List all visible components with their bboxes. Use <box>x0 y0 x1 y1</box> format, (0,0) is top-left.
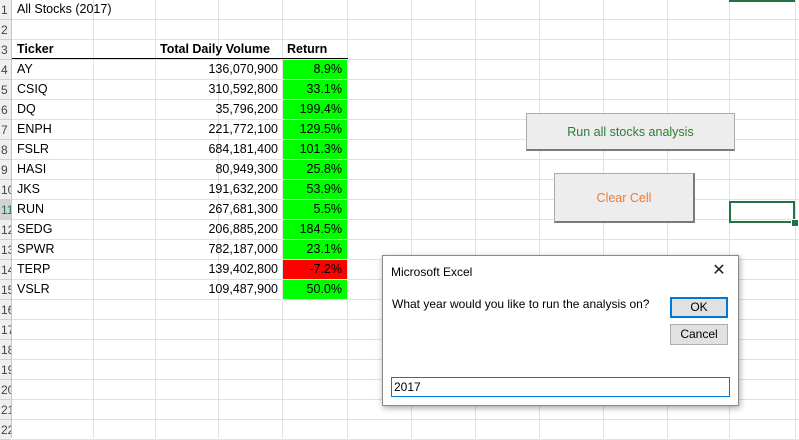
row-header[interactable]: 7 <box>0 120 11 140</box>
input-dialog: Microsoft Excel ✕ What year would you li… <box>382 255 739 406</box>
volume-cell[interactable]: 221,772,100 <box>155 120 283 139</box>
ticker-cell[interactable]: CSIQ <box>12 80 152 99</box>
year-input[interactable] <box>391 377 730 397</box>
volume-cell[interactable]: 206,885,200 <box>155 220 283 239</box>
return-cell[interactable]: 184.5% <box>283 220 347 239</box>
row-header[interactable]: 9 <box>0 160 11 180</box>
ticker-cell[interactable]: JKS <box>12 180 152 199</box>
ticker-cell[interactable]: AY <box>12 60 152 79</box>
header-ticker[interactable]: Ticker <box>12 40 156 59</box>
volume-cell[interactable]: 782,187,000 <box>155 240 283 259</box>
header-return[interactable]: Return <box>282 40 348 59</box>
ok-button[interactable]: OK <box>670 297 728 318</box>
ticker-cell[interactable]: VSLR <box>12 280 152 299</box>
return-cell[interactable]: 25.8% <box>283 160 347 179</box>
ticker-cell[interactable]: FSLR <box>12 140 152 159</box>
row-header[interactable]: 16 <box>0 300 11 320</box>
return-cell[interactable]: 199.4% <box>283 100 347 119</box>
active-cell[interactable] <box>729 201 795 223</box>
volume-cell[interactable]: 139,402,800 <box>155 260 283 279</box>
ticker-cell[interactable]: ENPH <box>12 120 152 139</box>
ticker-cell[interactable]: TERP <box>12 260 152 279</box>
dialog-title: Microsoft Excel <box>391 265 473 279</box>
row-header[interactable]: 15 <box>0 280 11 300</box>
ticker-cell[interactable]: HASI <box>12 160 152 179</box>
return-cell[interactable]: 33.1% <box>283 80 347 99</box>
ticker-cell[interactable]: SEDG <box>12 220 152 239</box>
fill-handle[interactable] <box>791 219 799 227</box>
row-header[interactable]: 22 <box>0 420 11 440</box>
return-cell[interactable]: 5.5% <box>283 200 347 219</box>
row-header[interactable]: 18 <box>0 340 11 360</box>
run-all-stocks-button[interactable]: Run all stocks analysis <box>526 113 735 151</box>
return-cell[interactable]: 50.0% <box>283 280 347 299</box>
row-header[interactable]: 19 <box>0 360 11 380</box>
row-header[interactable]: 3 <box>0 40 11 60</box>
row-header[interactable]: 20 <box>0 380 11 400</box>
return-cell[interactable]: 53.9% <box>283 180 347 199</box>
return-cell[interactable]: 129.5% <box>283 120 347 139</box>
row-header[interactable]: 21 <box>0 400 11 420</box>
row-header[interactable]: 8 <box>0 140 11 160</box>
row-header[interactable]: 2 <box>0 20 11 40</box>
return-cell[interactable]: 23.1% <box>283 240 347 259</box>
ticker-cell[interactable]: DQ <box>12 100 152 119</box>
cancel-button[interactable]: Cancel <box>670 324 728 345</box>
volume-cell[interactable]: 191,632,200 <box>155 180 283 199</box>
volume-cell[interactable]: 684,181,400 <box>155 140 283 159</box>
row-header[interactable]: 5 <box>0 80 11 100</box>
ticker-cell[interactable]: SPWR <box>12 240 152 259</box>
row-header[interactable]: 6 <box>0 100 11 120</box>
volume-cell[interactable]: 109,487,900 <box>155 280 283 299</box>
sheet-title-cell[interactable]: All Stocks (2017) <box>12 0 212 19</box>
column-highlight <box>729 0 795 2</box>
return-cell[interactable]: 8.9% <box>283 60 347 79</box>
ticker-cell[interactable]: RUN <box>12 200 152 219</box>
return-cell[interactable]: 101.3% <box>283 140 347 159</box>
row-header[interactable]: 11 <box>0 200 11 220</box>
volume-cell[interactable]: 35,796,200 <box>155 100 283 119</box>
volume-cell[interactable]: 267,681,300 <box>155 200 283 219</box>
gridline <box>12 419 799 420</box>
row-header[interactable]: 14 <box>0 260 11 280</box>
row-header[interactable]: 1 <box>0 0 11 20</box>
row-header[interactable]: 10 <box>0 180 11 200</box>
row-header[interactable]: 12 <box>0 220 11 240</box>
volume-cell[interactable]: 136,070,900 <box>155 60 283 79</box>
row-header[interactable]: 4 <box>0 60 11 80</box>
header-volume[interactable]: Total Daily Volume <box>155 40 283 59</box>
gridline <box>12 19 799 20</box>
volume-cell[interactable]: 80,949,300 <box>155 160 283 179</box>
clear-cell-button[interactable]: Clear Cell <box>554 173 695 223</box>
volume-cell[interactable]: 310,592,800 <box>155 80 283 99</box>
row-header[interactable]: 17 <box>0 320 11 340</box>
return-cell[interactable]: -7.2% <box>283 260 347 279</box>
dialog-prompt: What year would you like to run the anal… <box>392 297 650 311</box>
row-header[interactable]: 13 <box>0 240 11 260</box>
close-icon[interactable]: ✕ <box>710 261 728 281</box>
